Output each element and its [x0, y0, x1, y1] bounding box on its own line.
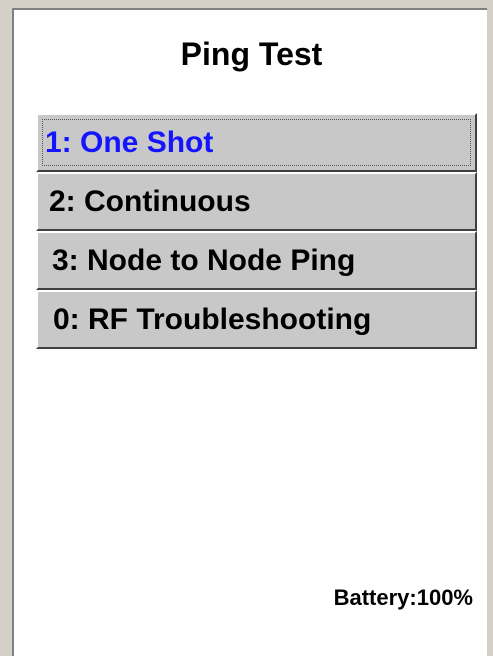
menu-item-rf-troubleshooting[interactable]: 0: RF Troubleshooting	[36, 290, 477, 349]
menu-list: 1: One Shot 2: Continuous 3: Node to Nod…	[36, 113, 477, 349]
menu-item-one-shot[interactable]: 1: One Shot	[36, 113, 477, 172]
menu-item-node-to-node-ping[interactable]: 3: Node to Node Ping	[36, 231, 477, 290]
battery-status: Battery:100%	[333, 585, 473, 610]
page-title: Ping Test	[180, 36, 323, 72]
device-screen: Ping Test 1: One Shot 2: Continuous 3: N…	[12, 8, 487, 656]
menu-item-label: 0: RF Troubleshooting	[53, 303, 372, 336]
menu-item-label: 3: Node to Node Ping	[52, 244, 356, 277]
menu-item-continuous[interactable]: 2: Continuous	[36, 172, 477, 231]
menu-item-label: 2: Continuous	[49, 185, 251, 218]
menu-item-label: 1: One Shot	[45, 126, 214, 159]
